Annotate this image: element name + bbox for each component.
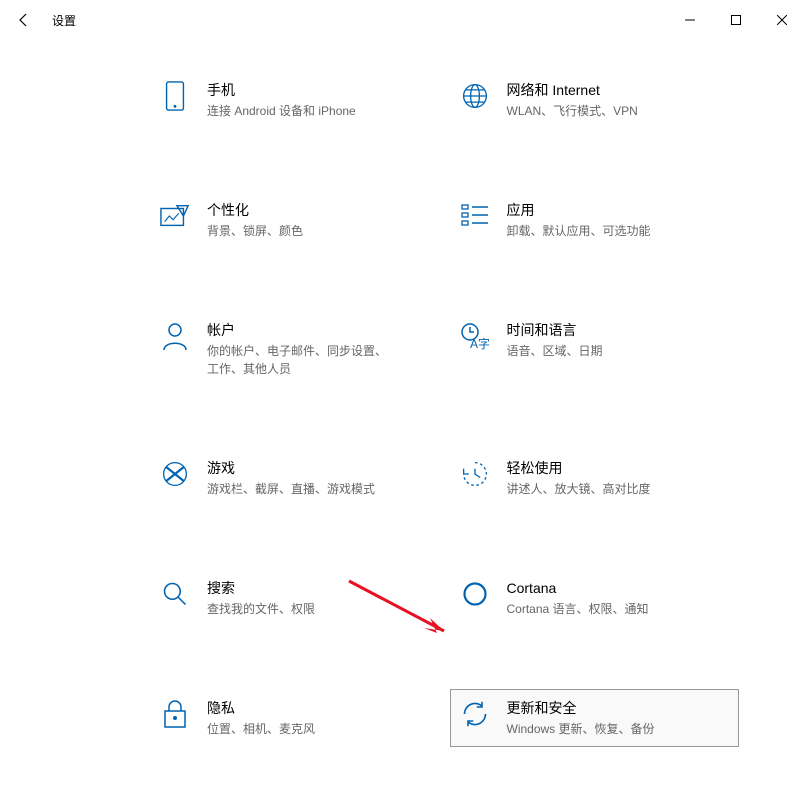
tile-time-language[interactable]: A字 时间和语言 语音、区域、日期 xyxy=(450,311,740,387)
titlebar: 设置 xyxy=(0,0,809,40)
tile-text: 更新和安全 Windows 更新、恢复、备份 xyxy=(507,698,655,738)
tile-search[interactable]: 搜索 查找我的文件、权限 xyxy=(150,569,440,627)
tile-desc: 查找我的文件、权限 xyxy=(207,600,315,618)
settings-grid: 手机 连接 Android 设备和 iPhone 网络和 Internet WL… xyxy=(0,40,809,787)
maximize-button[interactable] xyxy=(713,4,759,36)
close-button[interactable] xyxy=(759,4,805,36)
tile-cortana[interactable]: Cortana Cortana 语言、权限、通知 xyxy=(450,569,740,627)
tile-phone[interactable]: 手机 连接 Android 设备和 iPhone xyxy=(150,71,440,129)
tile-gaming[interactable]: 游戏 游戏栏、截屏、直播、游戏模式 xyxy=(150,449,440,507)
search-icon xyxy=(159,578,191,610)
update-icon xyxy=(459,698,491,730)
tile-desc: WLAN、飞行模式、VPN xyxy=(507,102,638,120)
tile-title: 应用 xyxy=(507,200,651,220)
tile-text: 手机 连接 Android 设备和 iPhone xyxy=(207,80,356,120)
tile-desc: Windows 更新、恢复、备份 xyxy=(507,720,655,738)
tile-title: 搜索 xyxy=(207,578,315,598)
window-controls xyxy=(667,4,805,36)
tile-title: 游戏 xyxy=(207,458,375,478)
minimize-button[interactable] xyxy=(667,4,713,36)
maximize-icon xyxy=(731,15,741,25)
tile-desc: Cortana 语言、权限、通知 xyxy=(507,600,649,618)
tile-desc: 卸载、默认应用、可选功能 xyxy=(507,222,651,240)
apps-icon xyxy=(459,200,491,232)
phone-icon xyxy=(159,80,191,112)
close-icon xyxy=(777,15,787,25)
tile-text: 隐私 位置、相机、麦克风 xyxy=(207,698,315,738)
tile-title: Cortana xyxy=(507,578,649,598)
tile-text: 帐户 你的帐户、电子邮件、同步设置、工作、其他人员 xyxy=(207,320,387,378)
tile-desc: 连接 Android 设备和 iPhone xyxy=(207,102,356,120)
tile-desc: 你的帐户、电子邮件、同步设置、工作、其他人员 xyxy=(207,342,387,378)
gaming-icon xyxy=(159,458,191,490)
tile-network[interactable]: 网络和 Internet WLAN、飞行模式、VPN xyxy=(450,71,740,129)
tile-text: 应用 卸载、默认应用、可选功能 xyxy=(507,200,651,240)
tile-title: 个性化 xyxy=(207,200,303,220)
tile-title: 时间和语言 xyxy=(507,320,603,340)
tile-text: 搜索 查找我的文件、权限 xyxy=(207,578,315,618)
tile-desc: 讲述人、放大镜、高对比度 xyxy=(507,480,651,498)
ease-of-access-icon xyxy=(459,458,491,490)
tile-desc: 背景、锁屏、颜色 xyxy=(207,222,303,240)
lock-icon xyxy=(159,698,191,730)
minimize-icon xyxy=(685,15,695,25)
tile-apps[interactable]: 应用 卸载、默认应用、可选功能 xyxy=(450,191,740,249)
personalization-icon xyxy=(159,200,191,232)
tile-desc: 位置、相机、麦克风 xyxy=(207,720,315,738)
time-language-icon: A字 xyxy=(459,320,491,352)
tile-title: 隐私 xyxy=(207,698,315,718)
back-button[interactable] xyxy=(4,0,44,40)
tile-accounts[interactable]: 帐户 你的帐户、电子邮件、同步设置、工作、其他人员 xyxy=(150,311,440,387)
tile-text: 轻松使用 讲述人、放大镜、高对比度 xyxy=(507,458,651,498)
tile-desc: 游戏栏、截屏、直播、游戏模式 xyxy=(207,480,375,498)
tile-title: 轻松使用 xyxy=(507,458,651,478)
tile-text: Cortana Cortana 语言、权限、通知 xyxy=(507,578,649,618)
tile-text: 网络和 Internet WLAN、飞行模式、VPN xyxy=(507,80,638,120)
tile-title: 更新和安全 xyxy=(507,698,655,718)
tile-desc: 语音、区域、日期 xyxy=(507,342,603,360)
tile-text: 游戏 游戏栏、截屏、直播、游戏模式 xyxy=(207,458,375,498)
svg-text:A字: A字 xyxy=(470,336,490,350)
tile-title: 手机 xyxy=(207,80,356,100)
back-arrow-icon xyxy=(16,12,32,28)
tile-title: 网络和 Internet xyxy=(507,80,638,100)
tile-text: 时间和语言 语音、区域、日期 xyxy=(507,320,603,360)
tile-ease-of-access[interactable]: 轻松使用 讲述人、放大镜、高对比度 xyxy=(450,449,740,507)
globe-icon xyxy=(459,80,491,112)
tile-personalization[interactable]: 个性化 背景、锁屏、颜色 xyxy=(150,191,440,249)
window-title: 设置 xyxy=(52,12,76,29)
person-icon xyxy=(159,320,191,352)
cortana-icon xyxy=(459,578,491,610)
tile-text: 个性化 背景、锁屏、颜色 xyxy=(207,200,303,240)
tile-title: 帐户 xyxy=(207,320,387,340)
